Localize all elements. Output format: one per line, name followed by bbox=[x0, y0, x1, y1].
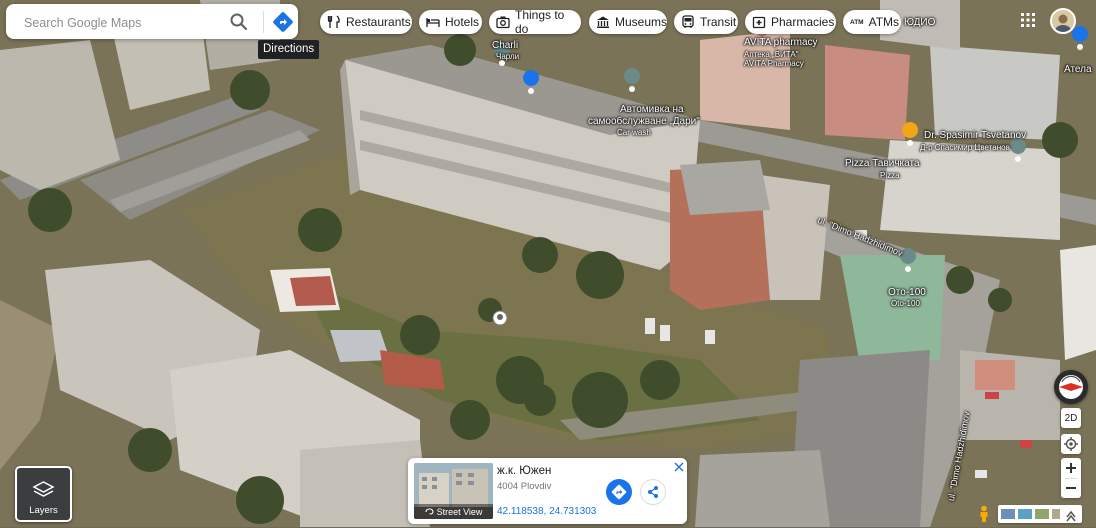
chip-transit-label: Transit bbox=[700, 15, 737, 29]
search-box bbox=[6, 4, 298, 39]
close-card-button[interactable] bbox=[672, 460, 686, 474]
search-button[interactable] bbox=[228, 11, 250, 33]
street-view-thumbnail[interactable]: Street View bbox=[414, 463, 493, 519]
pharmacy-icon bbox=[752, 15, 766, 29]
place-card[interactable]: Street View ж.к. Южен 4004 Plovdiv 42.11… bbox=[408, 458, 687, 524]
map-label-carwash-3: Car wash bbox=[617, 128, 651, 137]
map-label-doctor-cyr: Д-р Спасимир Цветанов bbox=[920, 143, 1010, 152]
map-label-oto-lat: Oto-100 bbox=[891, 299, 920, 308]
map-label-carwash-1[interactable]: Автомивка на bbox=[620, 104, 684, 115]
pegman-icon bbox=[980, 505, 988, 522]
chip-museums[interactable]: Museums bbox=[589, 10, 667, 34]
place-directions-button[interactable] bbox=[606, 479, 632, 505]
compass-button[interactable] bbox=[1054, 370, 1088, 404]
chip-museums-label: Museums bbox=[615, 15, 668, 29]
map-label-avita-cyr: Аптека „ВИТА" bbox=[744, 50, 799, 59]
layers-button[interactable]: Layers bbox=[15, 466, 72, 522]
museum-icon bbox=[596, 15, 610, 29]
share-button[interactable] bbox=[640, 479, 666, 505]
map-label-charli[interactable]: Charli bbox=[492, 40, 518, 51]
map-label-pizza-lat: Pizza bbox=[880, 171, 900, 180]
street-view-label: Street View bbox=[436, 506, 483, 517]
map-label-charli-cyr: Чарли bbox=[496, 52, 520, 61]
chip-hotels-label: Hotels bbox=[445, 15, 480, 29]
chip-restaurants-label: Restaurants bbox=[346, 15, 411, 29]
place-title: ж.к. Южен bbox=[497, 465, 552, 477]
apps-grid-icon bbox=[1021, 13, 1035, 27]
atm-icon: ATM bbox=[850, 18, 864, 26]
share-icon bbox=[648, 486, 658, 498]
directions-icon bbox=[611, 484, 627, 500]
chip-pharmacies[interactable]: Pharmacies bbox=[745, 10, 836, 34]
zoom-control bbox=[1061, 458, 1081, 498]
rotate-360-icon bbox=[425, 508, 434, 515]
directions-icon bbox=[273, 12, 293, 32]
map-label-avita[interactable]: AVITA pharmacy bbox=[744, 37, 818, 48]
avatar-face-icon bbox=[1055, 14, 1071, 32]
map-canvas[interactable] bbox=[0, 0, 1096, 527]
map-label-pizza[interactable]: Pizza Тавичката bbox=[845, 158, 920, 169]
imagery-thumbnails[interactable] bbox=[998, 505, 1082, 523]
chip-transit[interactable]: Transit bbox=[674, 10, 738, 34]
chip-pharmacies-label: Pharmacies bbox=[771, 15, 835, 29]
search-icon bbox=[230, 13, 248, 31]
avatar[interactable] bbox=[1050, 8, 1076, 34]
chip-restaurants[interactable]: Restaurants bbox=[320, 10, 412, 34]
pegman-button[interactable] bbox=[976, 505, 992, 523]
apps-grid-button[interactable] bbox=[1020, 12, 1036, 28]
minus-icon bbox=[1066, 487, 1076, 489]
directions-tooltip: Directions bbox=[258, 40, 320, 59]
place-coordinates[interactable]: 42.118538, 24.731303 bbox=[497, 506, 596, 517]
map-label-avita-lat: AVITA Pharmacy bbox=[744, 59, 804, 68]
directions-button[interactable] bbox=[271, 10, 295, 34]
plus-icon bbox=[1066, 463, 1076, 473]
map-label-avita-top: ЮДИО bbox=[904, 17, 936, 28]
fork-knife-icon bbox=[327, 15, 341, 29]
place-subtitle: 4004 Plovdiv bbox=[497, 481, 552, 492]
zoom-in-button[interactable] bbox=[1061, 458, 1081, 478]
selected-location-pin-icon[interactable] bbox=[492, 310, 508, 326]
view-mode-button[interactable]: 2D bbox=[1061, 408, 1081, 428]
map-label-carwash-2: самообслужване „Дари" bbox=[588, 116, 700, 127]
search-divider bbox=[263, 11, 264, 33]
map-label-doctor[interactable]: Dr. Spasimir Tsvetanov bbox=[924, 130, 1026, 141]
chip-things-to-do[interactable]: Things to do bbox=[489, 8, 581, 36]
camera-icon bbox=[496, 15, 510, 29]
zoom-out-button[interactable] bbox=[1061, 478, 1081, 498]
close-icon bbox=[674, 462, 684, 472]
search-input[interactable] bbox=[22, 12, 231, 33]
chip-hotels[interactable]: Hotels bbox=[419, 10, 482, 34]
street-view-overlay: Street View bbox=[414, 504, 493, 519]
chip-atms[interactable]: ATM ATMs bbox=[843, 10, 901, 34]
chip-things-to-do-label: Things to do bbox=[515, 8, 565, 36]
compass-icon bbox=[1059, 375, 1083, 399]
chip-atms-label: ATMs bbox=[868, 15, 900, 29]
map-label-atela[interactable]: Атела bbox=[1064, 64, 1092, 75]
layers-label: Layers bbox=[29, 505, 58, 516]
my-location-icon bbox=[1064, 437, 1078, 451]
map-label-oto[interactable]: Ото-100 bbox=[888, 287, 926, 298]
imagery-thumbnails-icon bbox=[1001, 509, 1076, 522]
bus-icon bbox=[681, 15, 695, 29]
my-location-button[interactable] bbox=[1061, 434, 1081, 454]
bed-icon bbox=[426, 15, 440, 29]
